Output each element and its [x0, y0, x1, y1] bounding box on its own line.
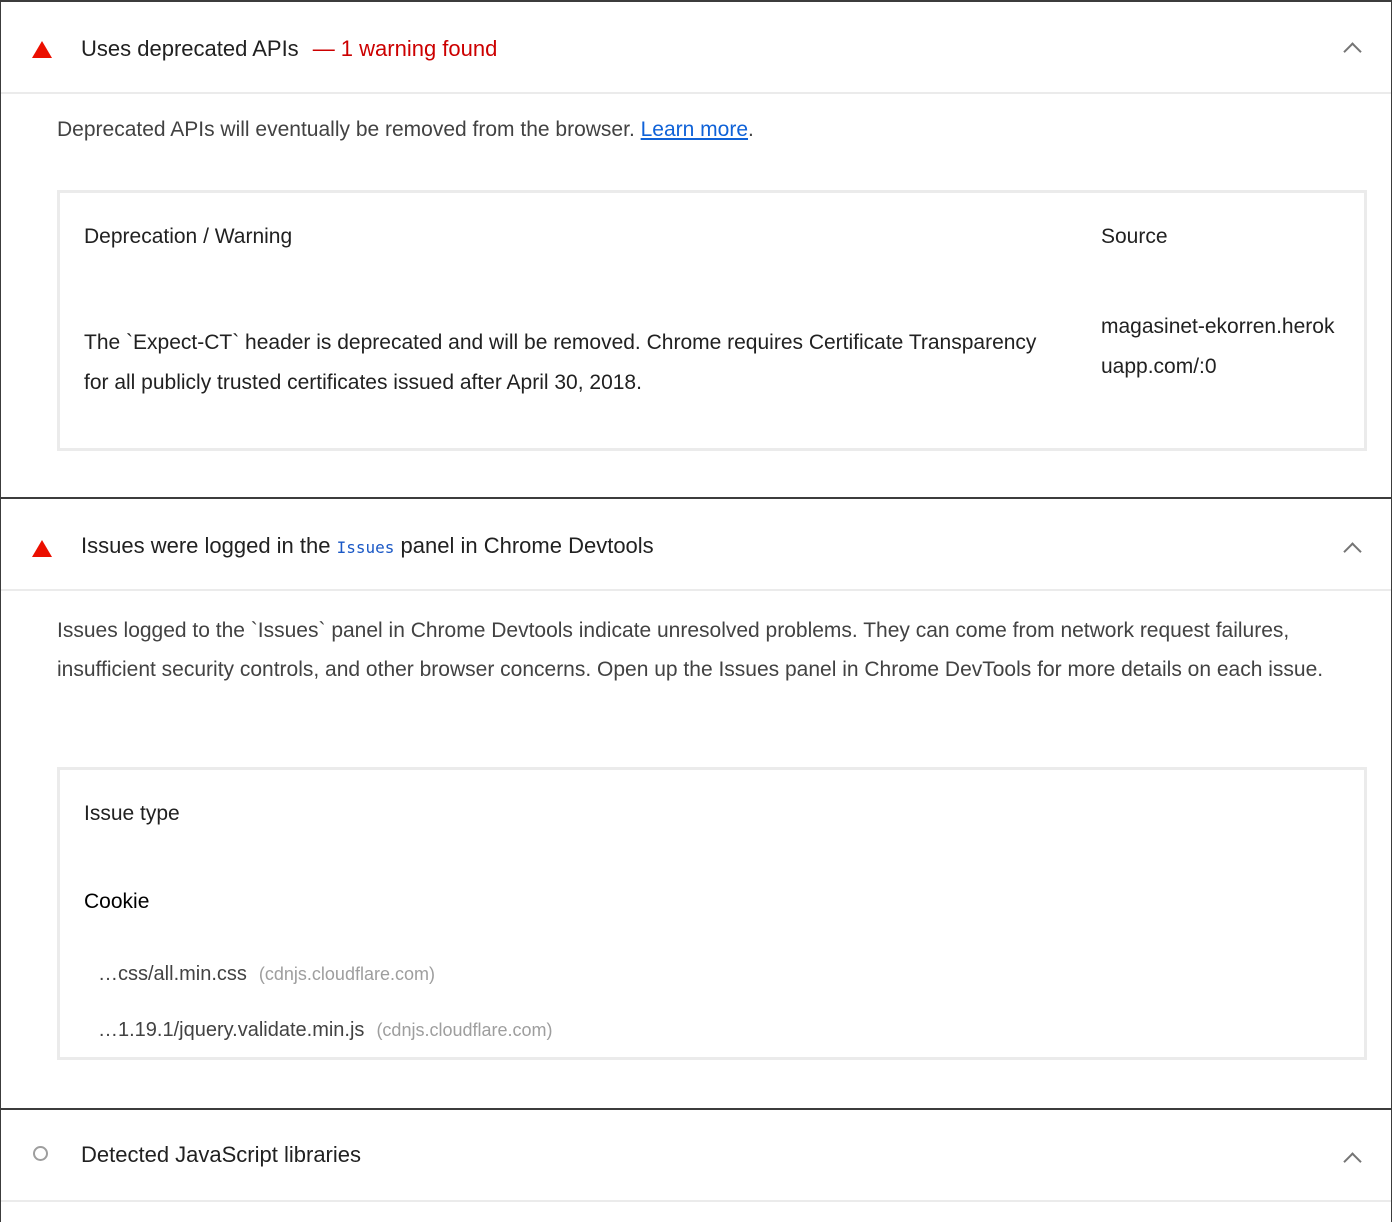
fail-triangle-icon: [32, 540, 52, 557]
audit-title-pre: Issues were logged in the: [81, 533, 331, 558]
source-url[interactable]: magasinet-ekorren.herokuapp.com/:0: [1101, 307, 1343, 387]
column-header-warning: Deprecation / Warning: [84, 225, 293, 248]
issue-subitem[interactable]: …css/all.min.css (cdnjs.cloudflare.com): [98, 963, 435, 986]
subitem-host: (cdnjs.cloudflare.com): [258, 964, 435, 984]
chevron-up-icon[interactable]: [1343, 1152, 1362, 1171]
audit-header-js-libraries[interactable]: Detected JavaScript libraries: [1, 1110, 1391, 1202]
issues-code: Issues: [336, 538, 395, 557]
subitem-host: (cdnjs.cloudflare.com): [376, 1020, 553, 1040]
column-header-source: Source: [1101, 225, 1168, 248]
audit-deprecated-apis: Uses deprecated APIs — 1 warning found De…: [1, 0, 1391, 499]
fail-triangle-icon: [32, 41, 52, 58]
info-circle-icon: [33, 1146, 48, 1161]
audit-header-deprecated-apis[interactable]: Uses deprecated APIs — 1 warning found: [1, 2, 1391, 94]
audit-header-issues[interactable]: Issues were logged in the Issues panel i…: [1, 499, 1391, 591]
audit-description: Deprecated APIs will eventually be remov…: [57, 110, 1351, 149]
deprecations-table: Deprecation / Warning Source The `Expect…: [57, 190, 1367, 451]
audit-title-post: panel in Chrome Devtools: [400, 533, 654, 558]
issues-table: Issue type Cookie …css/all.min.css (cdnjs…: [57, 767, 1367, 1060]
subitem-path: …1.19.1/jquery.validate.min.js: [98, 1019, 365, 1041]
issue-group-cookie: Cookie: [84, 890, 150, 913]
audit-issues-logged: Issues were logged in the Issues panel i…: [1, 497, 1391, 1110]
audit-description: Issues logged to the `Issues` panel in C…: [57, 619, 1324, 681]
warning-count: — 1 warning found: [312, 36, 498, 61]
audit-js-libraries: Detected JavaScript libraries: [1, 1108, 1391, 1224]
audit-title: Issues were logged in the Issues panel i…: [81, 531, 654, 563]
description-text: Deprecated APIs will eventually be remov…: [57, 118, 635, 141]
audit-title-text: Uses deprecated APIs: [81, 36, 299, 61]
description-period: .: [748, 118, 754, 141]
issue-subitem[interactable]: …1.19.1/jquery.validate.min.js (cdnjs.clo…: [98, 1019, 553, 1042]
column-header-issue-type: Issue type: [84, 802, 180, 825]
subitem-path: …css/all.min.css: [98, 963, 247, 985]
chevron-up-icon[interactable]: [1343, 42, 1362, 61]
learn-more-link[interactable]: Learn more: [641, 118, 748, 141]
audit-title: Uses deprecated APIs — 1 warning found: [81, 34, 497, 64]
audit-title: Detected JavaScript libraries: [81, 1142, 362, 1167]
deprecation-warning-text: The `Expect-CT` header is deprecated and…: [84, 331, 1037, 394]
chevron-up-icon[interactable]: [1343, 542, 1362, 561]
